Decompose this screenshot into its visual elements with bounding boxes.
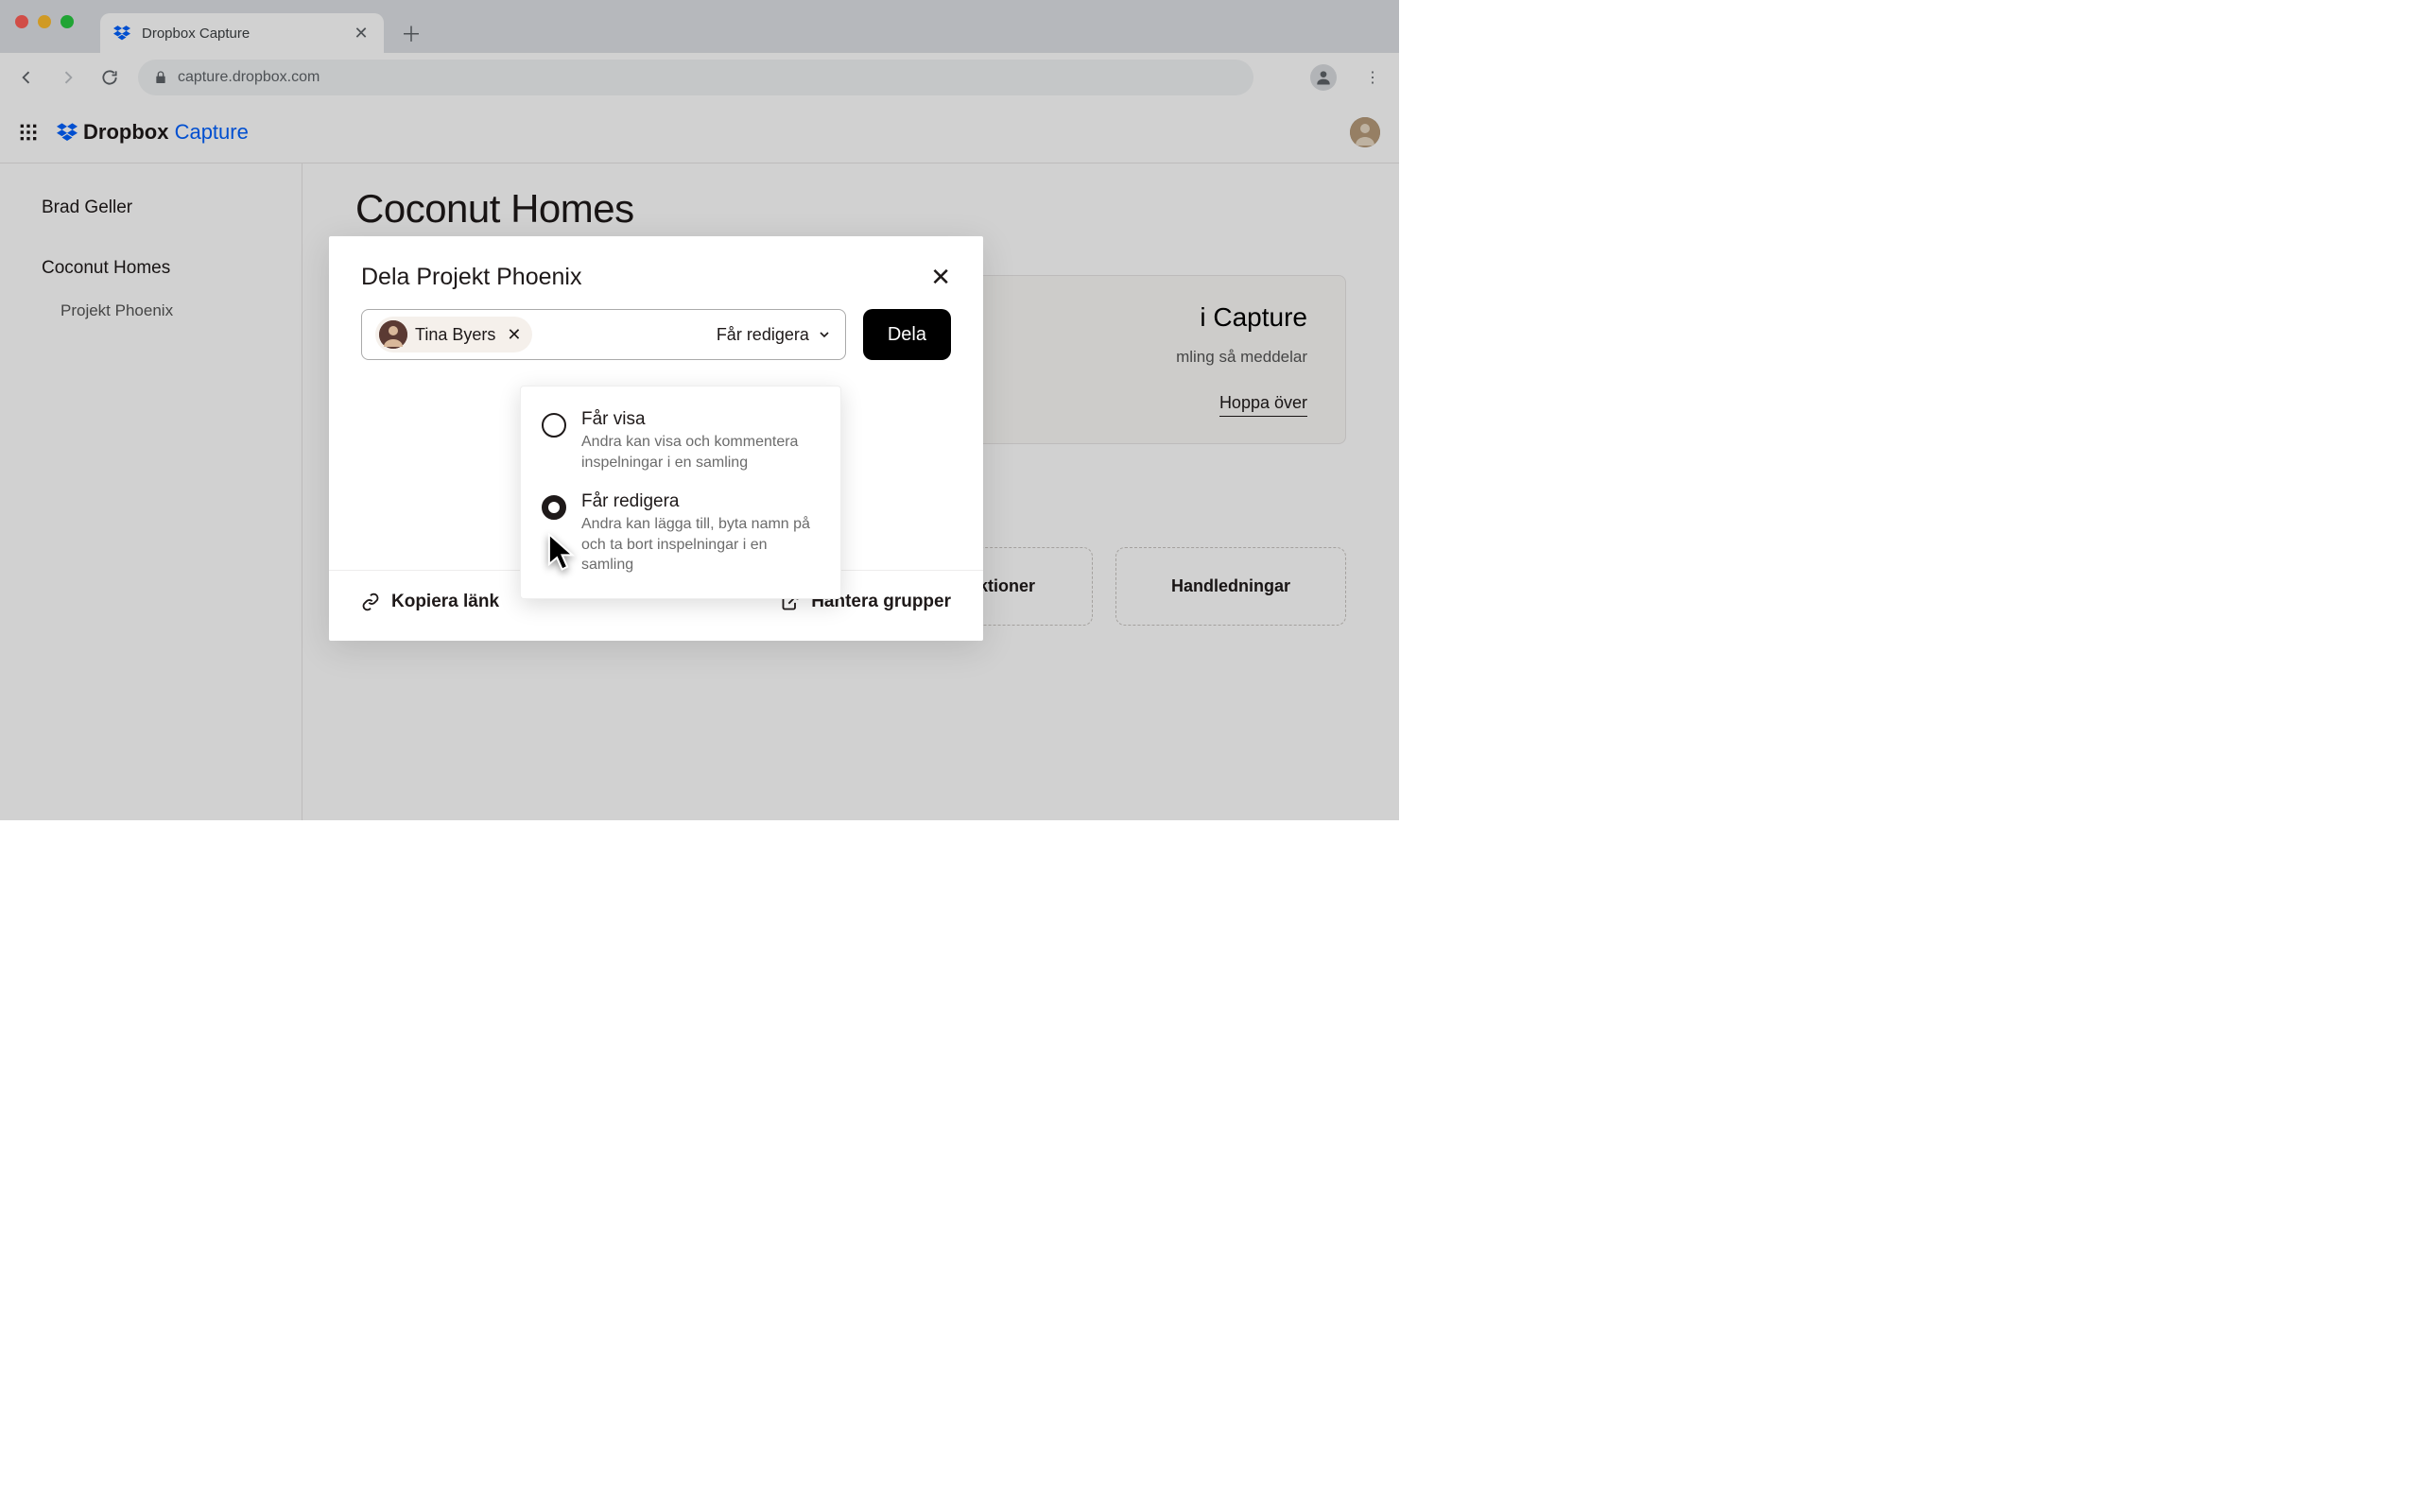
logo-text-2: Capture — [175, 120, 249, 144]
new-tab-button[interactable]: ＋ — [395, 17, 427, 49]
share-button[interactable]: Dela — [863, 309, 951, 360]
close-modal-icon[interactable]: ✕ — [930, 263, 951, 292]
logo-text-1: Dropbox — [83, 120, 168, 144]
sidebar: Brad Geller Coconut Homes Projekt Phoeni… — [0, 163, 302, 820]
sidebar-item-user[interactable]: Brad Geller — [0, 186, 302, 230]
recipient-avatar — [379, 320, 407, 349]
recipient-name: Tina Byers — [415, 325, 495, 345]
tab-close-icon[interactable]: ✕ — [352, 24, 371, 43]
chrome-profile-icon[interactable] — [1310, 64, 1337, 91]
page-title: Coconut Homes — [355, 186, 1346, 232]
tab-title: Dropbox Capture — [142, 26, 340, 42]
share-recipient-input[interactable]: Tina Byers ✕ Får redigera — [361, 309, 846, 360]
option-title: Får visa — [581, 409, 820, 430]
sidebar-item-coconut-homes[interactable]: Coconut Homes — [0, 247, 302, 290]
sidebar-item-projekt-phoenix[interactable]: Projekt Phoenix — [0, 290, 302, 332]
user-avatar[interactable] — [1350, 117, 1380, 147]
radio-unselected-icon — [542, 413, 566, 438]
minimize-window-icon[interactable] — [38, 15, 51, 28]
link-icon — [361, 593, 380, 611]
chevron-down-icon — [817, 327, 832, 342]
lock-icon — [153, 70, 168, 85]
collection-card[interactable]: Handledningar — [1115, 547, 1346, 626]
radio-selected-icon — [542, 495, 566, 520]
option-description: Andra kan lägga till, byta namn på och t… — [581, 514, 820, 576]
apps-grid-icon[interactable] — [19, 123, 38, 142]
remove-recipient-icon[interactable]: ✕ — [507, 325, 521, 345]
address-bar[interactable]: capture.dropbox.com — [138, 60, 1253, 95]
permission-option-view[interactable]: Får visa Andra kan visa och kommentera i… — [521, 400, 840, 482]
browser-chrome: Dropbox Capture ✕ ＋ capture.dropbox.com … — [0, 0, 1399, 101]
skip-link[interactable]: Hoppa över — [1219, 393, 1307, 417]
copy-link-label: Kopiera länk — [391, 592, 499, 612]
forward-button[interactable] — [55, 64, 81, 91]
mouse-cursor-icon — [547, 533, 579, 579]
browser-tab[interactable]: Dropbox Capture ✕ — [100, 13, 384, 53]
dropbox-favicon — [113, 25, 130, 42]
browser-toolbar: capture.dropbox.com ⋮ — [0, 53, 1399, 101]
app-header: Dropbox Capture — [0, 101, 1399, 163]
close-window-icon[interactable] — [15, 15, 28, 28]
modal-title: Dela Projekt Phoenix — [361, 264, 581, 291]
url-text: capture.dropbox.com — [178, 69, 320, 86]
tab-strip: Dropbox Capture ✕ ＋ — [0, 0, 1399, 53]
maximize-window-icon[interactable] — [60, 15, 74, 28]
reload-button[interactable] — [96, 64, 123, 91]
permission-selected-label: Får redigera — [717, 325, 809, 345]
permission-dropdown-trigger[interactable]: Får redigera — [717, 325, 832, 345]
chrome-menu-icon[interactable]: ⋮ — [1359, 68, 1386, 87]
app-logo[interactable]: Dropbox Capture — [57, 120, 249, 145]
window-controls — [15, 15, 74, 28]
back-button[interactable] — [13, 64, 40, 91]
recipient-chip: Tina Byers ✕ — [375, 317, 532, 352]
dropbox-logo-icon — [57, 122, 78, 143]
option-title: Får redigera — [581, 491, 820, 512]
option-description: Andra kan visa och kommentera inspelning… — [581, 432, 820, 472]
copy-link-button[interactable]: Kopiera länk — [361, 592, 499, 612]
